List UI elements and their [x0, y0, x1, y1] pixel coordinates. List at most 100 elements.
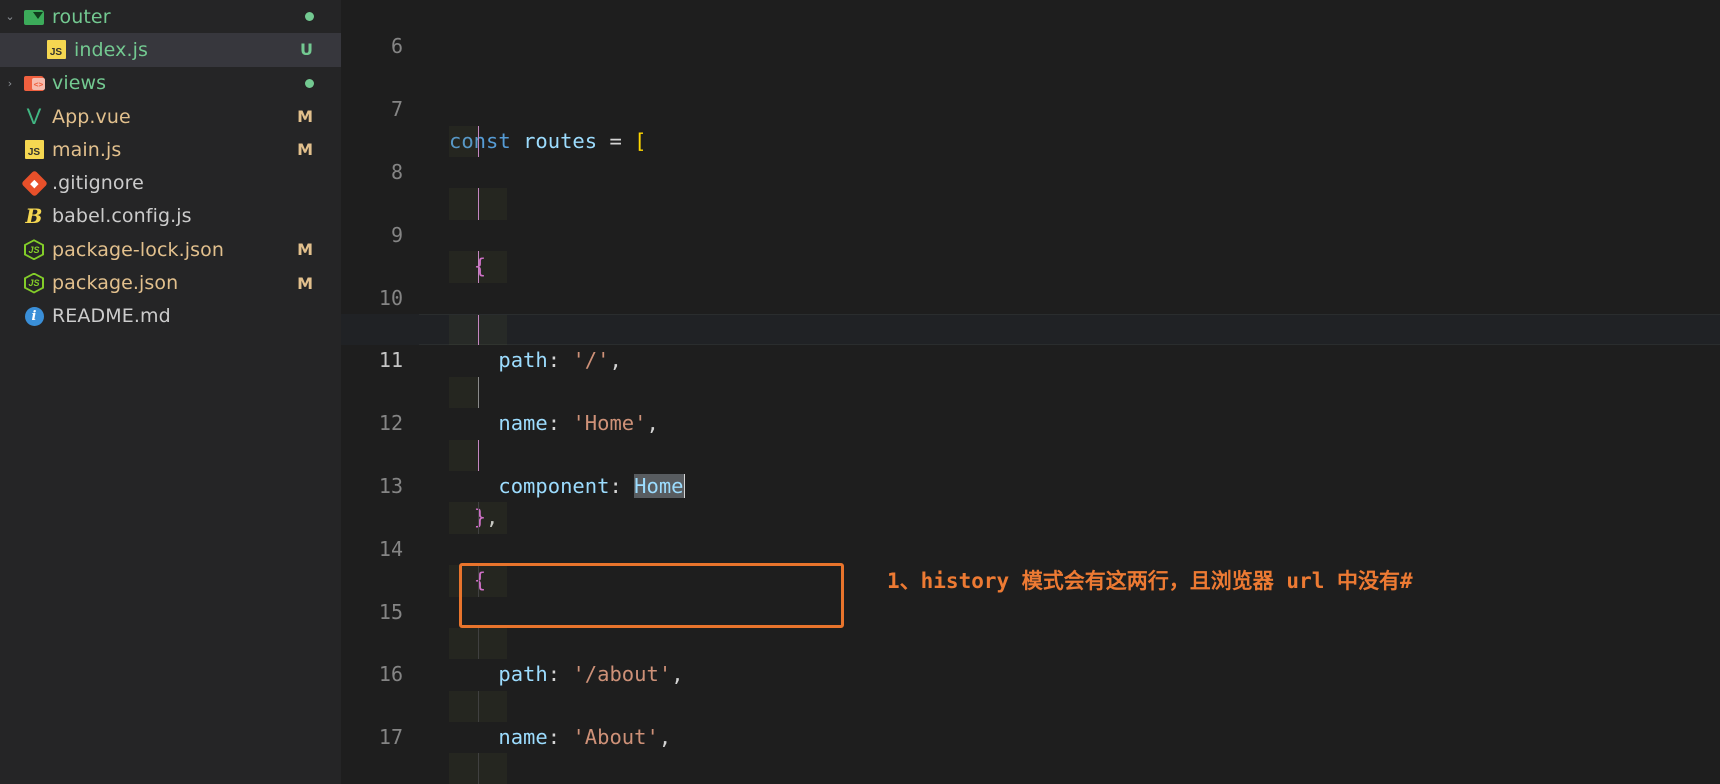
indent-highlight — [449, 565, 478, 597]
explorer-row-router[interactable]: ⌄ router — [0, 0, 341, 33]
file-explorer-sidebar[interactable]: ⌄ router JS index.js U › views V App.vue… — [0, 0, 341, 784]
vscode-window: ⌄ router JS index.js U › views V App.vue… — [0, 0, 1720, 784]
bracket-guide — [478, 313, 479, 346]
indent-guide — [478, 690, 479, 723]
indent-guide — [478, 565, 479, 597]
code-line-6[interactable]: 6 — [341, 0, 1720, 58]
chevron-right-icon[interactable]: › — [0, 77, 20, 90]
code-text: name: 'About', — [498, 725, 672, 750]
indent-guide — [478, 627, 479, 660]
indent-highlight — [449, 753, 478, 784]
code-line-18[interactable]: 18 // which is lazy-loaded when the rout… — [341, 753, 1720, 784]
explorer-label: package.json — [52, 272, 179, 295]
code-line-13[interactable]: 13 { — [341, 439, 1720, 592]
explorer-row-package-lock-json[interactable]: JS package-lock.json M — [0, 233, 341, 266]
code-text: component: Home — [498, 473, 685, 498]
babel-file-icon: B — [25, 204, 43, 229]
explorer-label: views — [52, 72, 107, 95]
explorer-label: package-lock.json — [52, 238, 225, 261]
indent-highlight — [479, 690, 507, 723]
line-number: 10 — [378, 285, 403, 310]
git-status-dot — [305, 78, 314, 88]
bracket-guide — [478, 251, 479, 283]
indent-highlight — [479, 313, 507, 346]
explorer-label: router — [52, 5, 111, 28]
chevron-down-icon[interactable]: ⌄ — [0, 10, 20, 23]
code-line-8[interactable]: 8 { — [341, 125, 1720, 278]
code-line-17[interactable]: 17 // this generates a separate chunk (a… — [341, 690, 1720, 749]
explorer-row-readme-md[interactable]: i README.md — [0, 300, 341, 333]
explorer-row-index-js[interactable]: JS index.js U — [0, 33, 341, 67]
javascript-file-icon: JS — [42, 40, 70, 60]
nodejs-file-icon: JS — [20, 273, 48, 294]
indent-highlight — [449, 251, 478, 283]
bracket-guide — [478, 188, 479, 220]
line-number: 14 — [378, 536, 403, 561]
annotation-text: 1、history 模式会有这两行，且浏览器 url 中没有# — [887, 569, 1413, 593]
indent-highlight — [449, 188, 478, 220]
indent-highlight — [449, 502, 478, 534]
git-file-icon: ◆ — [20, 169, 48, 197]
line-number: 6 — [390, 34, 403, 59]
explorer-label: .gitignore — [52, 172, 144, 195]
status-badge: M — [297, 107, 313, 127]
explorer-row-babel-config[interactable]: B babel.config.js — [0, 200, 341, 233]
code-text: path: '/', — [498, 348, 622, 373]
explorer-label: babel.config.js — [52, 205, 192, 228]
line-number: 9 — [390, 222, 403, 247]
line-number: 15 — [378, 599, 403, 624]
indent-guide — [478, 502, 479, 534]
code-line-16[interactable]: 16 // route level code-splitting — [341, 627, 1720, 686]
selected-token[interactable]: Home — [634, 473, 684, 498]
code-line-11[interactable]: 11 component: Home — [341, 313, 1720, 498]
line-number: 7 — [390, 97, 403, 122]
code-lines-container[interactable]: 6 7 const routes = [ 8 { 9 path: '/', 10… — [341, 0, 1720, 784]
explorer-row-main-js[interactable]: JS main.js M — [0, 133, 341, 166]
status-badge: M — [297, 240, 313, 260]
bracket-guide — [478, 376, 479, 409]
bracket-guide — [478, 439, 479, 471]
indent-guide — [478, 753, 479, 784]
indent-highlight — [449, 690, 478, 723]
line-number: 13 — [378, 473, 403, 498]
code-line-12[interactable]: 12 }, — [341, 376, 1720, 529]
indent-highlight — [479, 188, 507, 220]
code-text: path: '/about', — [498, 662, 684, 687]
code-editor[interactable]: 6 7 const routes = [ 8 { 9 path: '/', 10… — [341, 0, 1720, 784]
indent-highlight — [479, 753, 507, 784]
indent-highlight — [449, 376, 478, 409]
explorer-row-app-vue[interactable]: V App.vue M — [0, 100, 341, 133]
indent-highlight — [449, 439, 478, 471]
code-text: name: 'Home', — [498, 411, 659, 436]
indent-highlight — [449, 313, 478, 346]
folder-router-icon — [20, 9, 48, 25]
explorer-row-package-json[interactable]: JS package.json M — [0, 266, 341, 299]
explorer-row-gitignore[interactable]: ◆ .gitignore — [0, 166, 341, 199]
info-file-icon: i — [20, 306, 48, 326]
line-number: 17 — [378, 725, 403, 750]
indent-highlight — [479, 251, 507, 283]
status-badge: U — [300, 40, 313, 60]
indent-highlight — [449, 125, 478, 157]
code-line-10[interactable]: 10 name: 'Home', — [341, 251, 1720, 435]
explorer-label: App.vue — [52, 105, 131, 128]
line-number: 11 — [378, 348, 403, 373]
vue-file-icon: V — [26, 103, 42, 129]
status-badge: M — [297, 273, 313, 293]
explorer-row-views[interactable]: › views — [0, 67, 341, 100]
status-badge: M — [297, 140, 313, 160]
line-number: 12 — [378, 411, 403, 436]
git-status-dot — [305, 12, 314, 22]
code-line-14[interactable]: 14 path: '/about', — [341, 502, 1720, 686]
explorer-label: README.md — [52, 305, 171, 328]
folder-views-icon — [20, 75, 48, 92]
code-line-7[interactable]: 7 const routes = [ — [341, 63, 1720, 152]
nodejs-file-icon: JS — [20, 239, 48, 260]
code-line-9[interactable]: 9 path: '/', — [341, 188, 1720, 372]
explorer-label: index.js — [74, 38, 148, 61]
indent-highlight — [449, 627, 478, 660]
indent-highlight — [479, 502, 507, 534]
line-number: 8 — [390, 159, 403, 184]
explorer-label: main.js — [52, 138, 122, 161]
indent-highlight — [479, 627, 507, 660]
